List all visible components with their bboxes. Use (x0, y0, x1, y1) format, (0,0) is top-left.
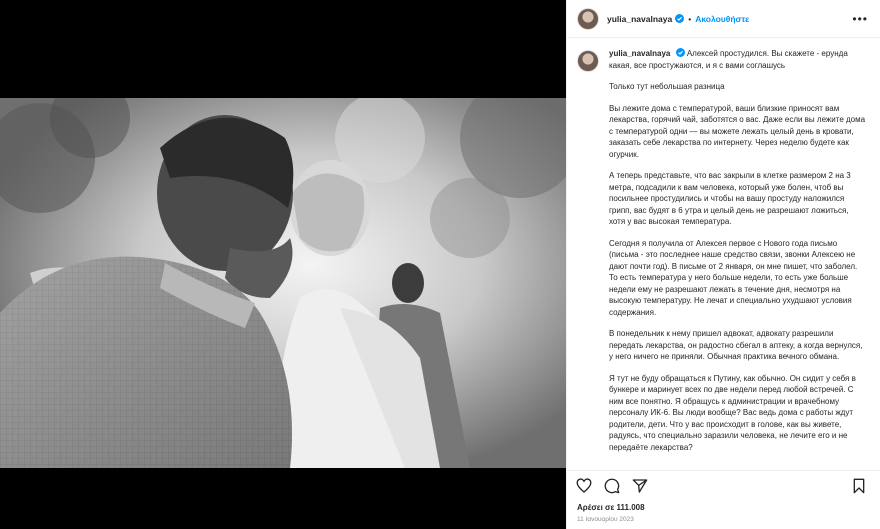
caption-paragraph: В понедельник к нему пришел адвокат, адв… (609, 329, 863, 361)
comment-icon[interactable] (603, 477, 621, 495)
follow-button[interactable]: Ακολουθήστε (695, 14, 749, 24)
post-actions-bar (567, 470, 880, 500)
caption-paragraph: Я тут не буду обращаться к Путину, как о… (609, 373, 856, 452)
caption-paragraph: Вы лежите дома с температурой, ваши близ… (609, 103, 866, 159)
post-details-panel: yulia_navalnaya • Ακολουθήστε ••• yulia_… (566, 0, 880, 529)
send-icon[interactable] (631, 477, 649, 495)
likes-count[interactable]: Αρέσει σε 111.008 (577, 503, 645, 512)
verified-badge-icon (675, 48, 685, 57)
verified-badge-icon (675, 14, 685, 23)
post-photo[interactable] (0, 98, 566, 468)
author-username[interactable]: yulia_navalnaya (607, 14, 672, 24)
caption-intro-line: yulia_navalnaya Алексей простудился. Вы … (609, 48, 866, 71)
instagram-post-viewer: yulia_navalnaya • Ακολουθήστε ••• yulia_… (0, 0, 880, 529)
caption-username[interactable]: yulia_navalnaya (609, 49, 670, 58)
post-date[interactable]: 11 Ιανουαρίου 2023 (577, 516, 634, 523)
post-header: yulia_navalnaya • Ακολουθήστε ••• (567, 0, 880, 38)
caption-paragraph: Только тут небольшая разница (609, 82, 725, 91)
bookmark-icon[interactable] (850, 477, 868, 495)
caption-paragraph: Сегодня я получила от Алексея первое с Н… (609, 238, 858, 317)
caption-avatar[interactable] (577, 50, 599, 72)
caption-paragraph: А теперь представьте, что вас закрыли в … (609, 171, 851, 226)
post-caption-area: yulia_navalnaya Алексей простудился. Вы … (567, 38, 880, 470)
caption-comment: yulia_navalnaya Алексей простудился. Вы … (577, 48, 866, 463)
caption-body: yulia_navalnaya Алексей простудился. Вы … (609, 48, 866, 463)
heart-icon[interactable] (575, 477, 593, 495)
author-avatar[interactable] (577, 7, 599, 30)
more-options-icon[interactable]: ••• (852, 12, 868, 26)
post-media-panel (0, 0, 566, 529)
header-separator: • (688, 13, 692, 24)
